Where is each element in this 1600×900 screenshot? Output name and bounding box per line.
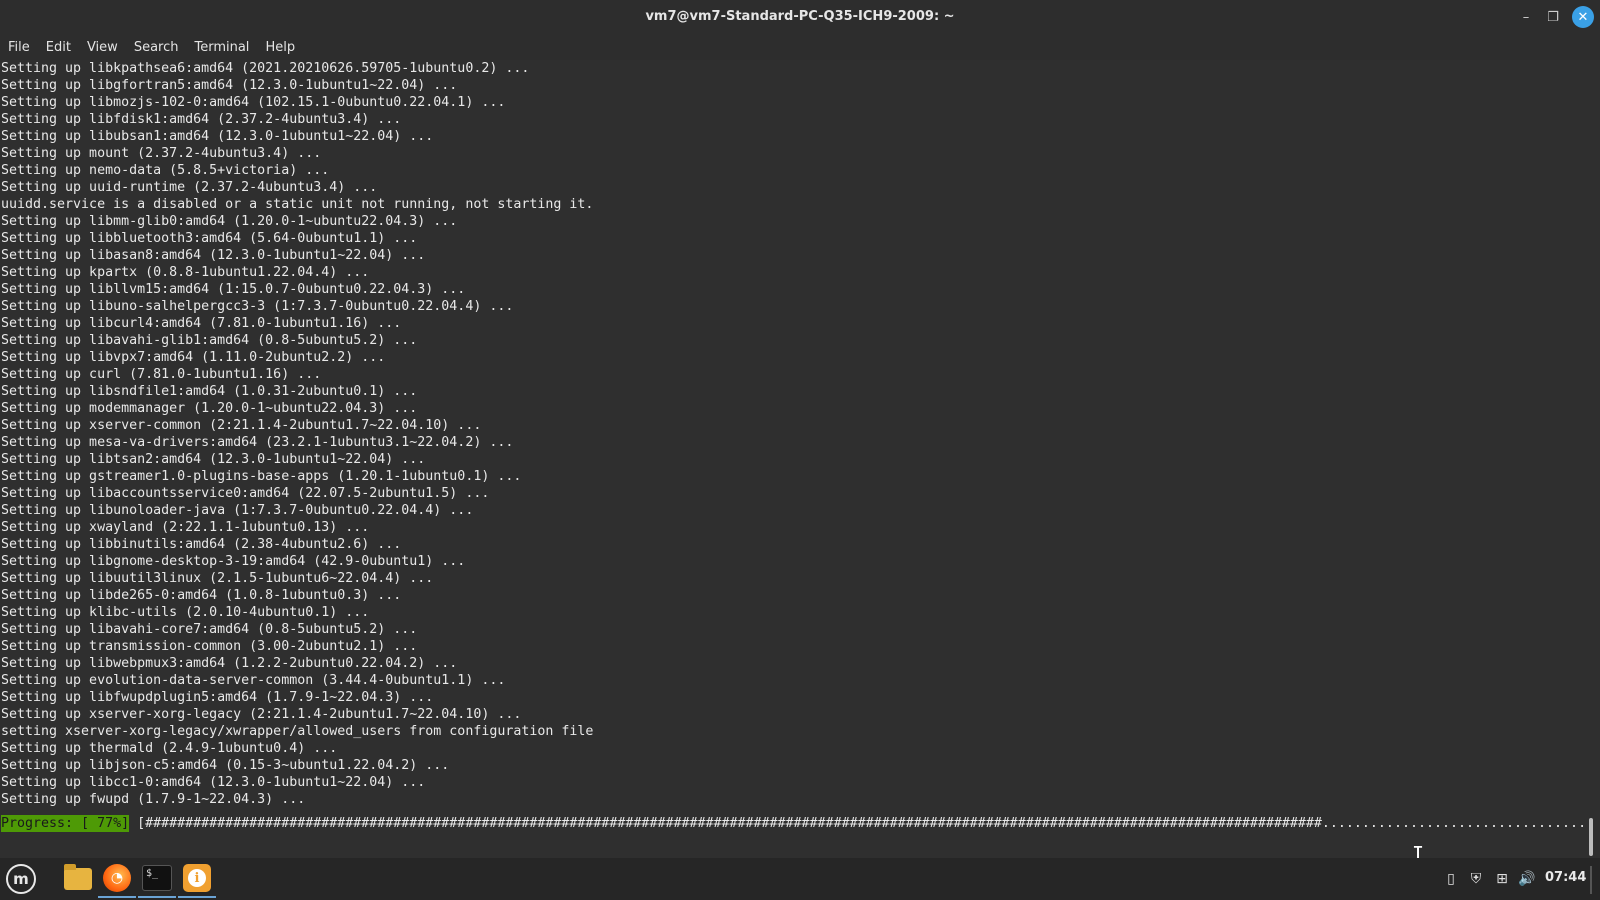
minimize-button[interactable]: – — [1516, 7, 1536, 27]
menu-file[interactable]: File — [0, 40, 38, 55]
terminal-line: Setting up mount (2.37.2-4ubuntu3.4) ... — [1, 146, 322, 161]
terminal-line: Setting up gstreamer1.0-plugins-base-app… — [1, 469, 522, 484]
terminal-line: Setting up libubsan1:amd64 (12.3.0-1ubun… — [1, 129, 434, 144]
terminal-line: Setting up klibc-utils (2.0.10-4ubuntu0.… — [1, 605, 370, 620]
update-manager-icon: i — [183, 864, 211, 892]
menu-view[interactable]: View — [79, 40, 126, 55]
menu-edit[interactable]: Edit — [38, 40, 79, 55]
terminal-line: Setting up libuno-salhelpergcc3-3 (1:7.3… — [1, 299, 514, 314]
terminal-line: Setting up kpartx (0.8.8-1ubuntu1.22.04.… — [1, 265, 370, 280]
terminal-line: Setting up thermald (2.4.9-1ubuntu0.4) .… — [1, 741, 338, 756]
terminal-launcher[interactable]: $_ — [138, 860, 176, 898]
info-icon: i — [188, 869, 206, 887]
terminal-line: Setting up libavahi-core7:amd64 (0.8-5ub… — [1, 622, 418, 637]
terminal-window: vm7@vm7-Standard-PC-Q35-ICH9-2009: ~ – ❐… — [0, 0, 1600, 858]
title-bar[interactable]: vm7@vm7-Standard-PC-Q35-ICH9-2009: ~ – ❐… — [0, 0, 1600, 34]
terminal-line: Setting up libmm-glib0:amd64 (1.20.0-1~u… — [1, 214, 458, 229]
terminal-line: Setting up libfdisk1:amd64 (2.37.2-4ubun… — [1, 112, 402, 127]
terminal-line: Setting up libcc1-0:amd64 (12.3.0-1ubunt… — [1, 775, 426, 790]
menu-search[interactable]: Search — [126, 40, 187, 55]
terminal-line: Setting up libvpx7:amd64 (1.11.0-2ubuntu… — [1, 350, 386, 365]
maximize-button[interactable]: ❐ — [1543, 7, 1563, 27]
terminal-line: Setting up libwebpmux3:amd64 (1.2.2-2ubu… — [1, 656, 458, 671]
terminal-line: Setting up evolution-data-server-common … — [1, 673, 506, 688]
scrollbar[interactable] — [1589, 818, 1593, 856]
taskbar: m ◔ $_ i ▯ ⛨ ⊞ 🔊 07:44 — [0, 858, 1600, 900]
output-lines: Setting up libkpathsea6:amd64 (2021.2021… — [1, 60, 593, 808]
terminal-line: Setting up libllvm15:amd64 (1:15.0.7-0ub… — [1, 282, 466, 297]
network-icon[interactable]: ⊞ — [1493, 869, 1511, 889]
terminal-line: Setting up modemmanager (1.20.0-1~ubuntu… — [1, 401, 418, 416]
terminal-output[interactable]: Setting up libkpathsea6:amd64 (2021.2021… — [0, 60, 1584, 858]
clipboard-icon[interactable]: ▯ — [1442, 869, 1460, 889]
terminal-line: Setting up libtsan2:amd64 (12.3.0-1ubunt… — [1, 452, 426, 467]
terminal-line: Setting up curl (7.81.0-1ubuntu1.16) ... — [1, 367, 322, 382]
start-menu-button[interactable]: m — [2, 860, 40, 898]
show-desktop-button[interactable] — [1590, 866, 1592, 894]
update-manager-launcher[interactable]: i — [178, 860, 216, 898]
terminal-line: Setting up libunoloader-java (1:7.3.7-0u… — [1, 503, 474, 518]
terminal-line: Setting up nemo-data (5.8.5+victoria) ..… — [1, 163, 330, 178]
firefox-icon: ◔ — [103, 864, 131, 892]
window-title: vm7@vm7-Standard-PC-Q35-ICH9-2009: ~ — [645, 9, 955, 24]
terminal-line: setting xserver-xorg-legacy/xwrapper/all… — [1, 724, 594, 739]
terminal-line: Setting up xserver-xorg-legacy (2:21.1.4… — [1, 707, 522, 722]
terminal-line: Setting up libavahi-glib1:amd64 (0.8-5ub… — [1, 333, 418, 348]
terminal-line: Setting up libmozjs-102-0:amd64 (102.15.… — [1, 95, 506, 110]
terminal-line: Setting up libcurl4:amd64 (7.81.0-1ubunt… — [1, 316, 402, 331]
clock[interactable]: 07:44 — [1545, 870, 1586, 885]
linux-mint-logo-icon: m — [6, 864, 36, 894]
terminal-line: Setting up libkpathsea6:amd64 (2021.2021… — [1, 61, 530, 76]
terminal-line: Setting up libjson-c5:amd64 (0.15-3~ubun… — [1, 758, 450, 773]
menu-bar: File Edit View Search Terminal Help — [0, 34, 1600, 60]
terminal-line: Setting up libde265-0:amd64 (1.0.8-1ubun… — [1, 588, 402, 603]
terminal-line: Setting up uuid-runtime (2.37.2-4ubuntu3… — [1, 180, 378, 195]
shield-icon[interactable]: ⛨ — [1467, 869, 1485, 889]
terminal-line: Setting up libgnome-desktop-3-19:amd64 (… — [1, 554, 466, 569]
apt-progress: Progress: [ 77%] [######################… — [1, 815, 1584, 832]
terminal-line: Setting up xwayland (2:22.1.1-1ubuntu0.1… — [1, 520, 370, 535]
terminal-line: Setting up libaccountsservice0:amd64 (22… — [1, 486, 490, 501]
terminal-line: uuidd.service is a disabled or a static … — [1, 197, 594, 212]
volume-icon[interactable]: 🔊 — [1518, 869, 1536, 889]
firefox-launcher[interactable]: ◔ — [98, 860, 136, 898]
menu-terminal[interactable]: Terminal — [186, 40, 257, 55]
terminal-line: Setting up transmission-common (3.00-2ub… — [1, 639, 418, 654]
terminal-line: Setting up mesa-va-drivers:amd64 (23.2.1… — [1, 435, 514, 450]
terminal-line: Setting up libfwupdplugin5:amd64 (1.7.9-… — [1, 690, 434, 705]
progress-label: Progress: [ 77%] — [1, 815, 130, 832]
terminal-line: Setting up libbinutils:amd64 (2.38-4ubun… — [1, 537, 402, 552]
folder-icon — [64, 864, 92, 890]
files-launcher[interactable] — [59, 860, 97, 898]
terminal-icon: $_ — [142, 865, 172, 891]
terminal-line: Setting up libgfortran5:amd64 (12.3.0-1u… — [1, 78, 458, 93]
menu-help[interactable]: Help — [257, 40, 303, 55]
terminal-line: Setting up libbluetooth3:amd64 (5.64-0ub… — [1, 231, 418, 246]
terminal-line: Setting up fwupd (1.7.9-1~22.04.3) ... — [1, 792, 306, 807]
terminal-line: Setting up libasan8:amd64 (12.3.0-1ubunt… — [1, 248, 426, 263]
terminal-line: Setting up libuutil3linux (2.1.5-1ubuntu… — [1, 571, 434, 586]
terminal-line: Setting up libsndfile1:amd64 (1.0.31-2ub… — [1, 384, 418, 399]
close-button[interactable]: ✕ — [1572, 6, 1594, 28]
progress-bar: [#######################################… — [137, 816, 1584, 831]
terminal-line: Setting up xserver-common (2:21.1.4-2ubu… — [1, 418, 482, 433]
